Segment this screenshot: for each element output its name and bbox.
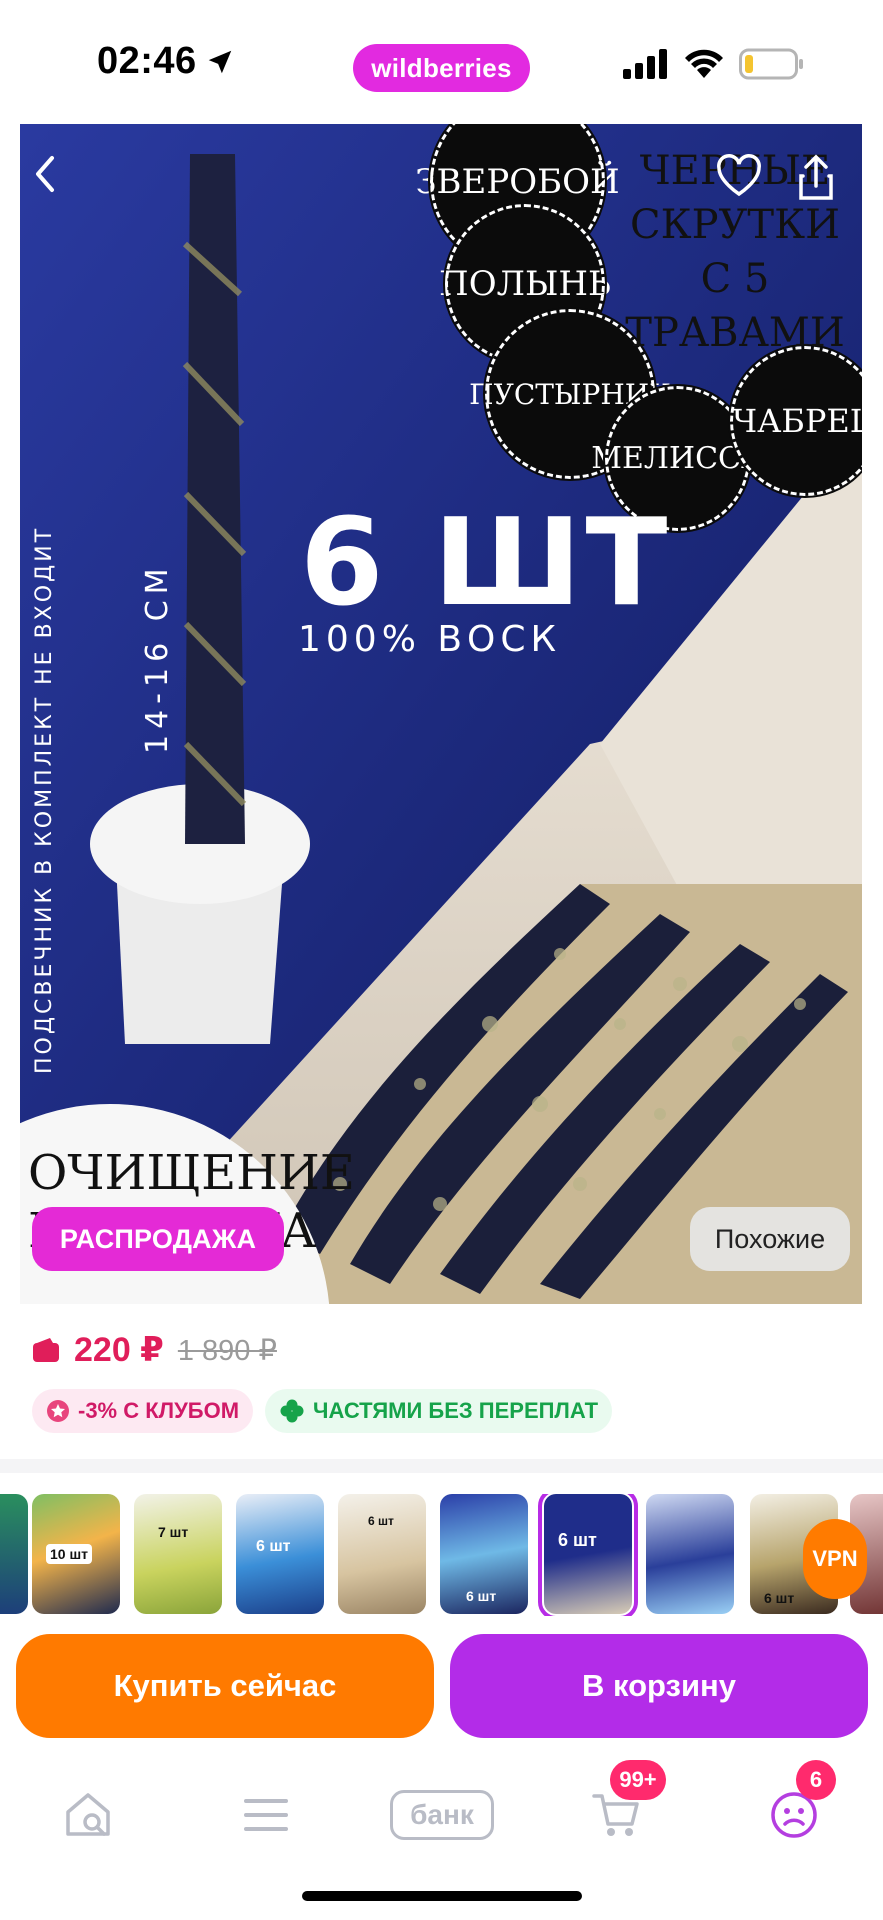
heart-icon [717,154,761,197]
similar-button[interactable]: Похожие [690,1207,850,1271]
thumbnail-strip[interactable]: 10 шт 7 шт 6 шт 6 шт 6 шт 6 шт 6 шт [0,1494,883,1616]
favorite-button[interactable] [715,154,775,214]
thumbnail[interactable]: 6 шт [236,1494,324,1614]
battery-icon [739,48,803,80]
cart-badge: 99+ [610,1760,666,1800]
herb-text: ЧАБРЕЦ [732,402,862,440]
title-line: СКРУТКИ С 5 [630,202,840,302]
bottom-tab-bar: банк 99+ 6 [0,1750,883,1920]
system-icons [623,48,803,80]
installments-text: ЧАСТЯМИ БЕЗ ПЕРЕПЛАТ [313,1398,599,1423]
thumbnail-label: 6 шт [256,1538,291,1555]
thumbnail[interactable]: 10 шт [32,1494,120,1614]
chevron-left-icon [36,156,54,192]
herb-text: ЗВЕРОБОЙ [415,161,620,202]
back-button[interactable] [30,154,90,214]
candle-holder-note: ПОДСВЕЧНИК В КОМПЛЕКТ НЕ ВХОДИТ [32,525,57,1074]
wallet-icon [33,1338,59,1362]
thumbnail-label: 6 шт [764,1590,795,1606]
bank-label: банк [410,1799,474,1830]
tab-cart[interactable]: 99+ [576,1760,666,1850]
tab-bank[interactable]: банк [382,1780,502,1850]
thumbnail[interactable] [646,1494,734,1614]
tab-profile[interactable]: 6 [754,1760,836,1850]
title-line: ТРАВАМИ [625,310,845,356]
wax-label: 100% ВОСК [298,619,562,660]
bank-icon: банк [390,1790,494,1840]
thumbnail[interactable]: 6 шт [440,1494,528,1614]
wifi-icon [685,49,723,78]
thumbnail-selected[interactable]: 6 шт [538,1494,638,1616]
size-label: 14-16 СМ [140,562,175,754]
share-button[interactable] [795,154,855,214]
menu-icon [244,1799,288,1831]
tab-home[interactable] [50,1780,130,1850]
buy-now-button[interactable]: Купить сейчас [16,1634,434,1738]
thumbnail-label: 10 шт [46,1544,92,1564]
time-text: 02:46 [97,40,197,82]
product-image[interactable]: ЗВЕРОБОЙ ПОЛЫНЬ ПУСТЫРНИК МЕЛИССА ЧАБРЕЦ… [20,124,862,1304]
brand-logo: wildberries [353,44,530,92]
thumbnail[interactable]: 6 шт [338,1494,426,1614]
quantity-headline: 6 ШТ [300,494,672,633]
installments-tag[interactable]: ЧАСТЯМИ БЕЗ ПЕРЕПЛАТ [265,1389,613,1433]
profile-badge: 6 [796,1760,836,1800]
status-time: 02:46 [97,40,235,83]
herb-text: ПОЛЫНЬ [439,264,611,304]
sale-badge: РАСПРОДАЖА [32,1207,284,1271]
signal-icon [623,49,667,79]
thumbnail-label: 6 шт [368,1514,394,1528]
share-icon [799,154,833,200]
promo-tags: -3% С КЛУБОМ ЧАСТЯМИ БЕЗ ПЕРЕПЛАТ [32,1389,613,1433]
section-divider [0,1459,883,1473]
tab-catalog[interactable] [226,1780,306,1850]
vpn-badge[interactable]: VPN [803,1519,867,1599]
old-price: 1 890 ₽ [177,1334,277,1367]
home-search-icon [66,1793,110,1836]
thumbnail-label: 7 шт [158,1524,189,1540]
add-to-cart-button[interactable]: В корзину [450,1634,868,1738]
location-arrow-icon [208,50,231,73]
home-indicator [302,1891,582,1901]
star-badge-icon [47,1400,69,1422]
thumbnail-label: 6 шт [466,1588,497,1604]
corner-line: ОЧИЩЕНИЕ [28,1145,355,1201]
club-discount-text: -3% С КЛУБОМ [78,1398,240,1423]
current-price: 220 ₽ [74,1331,164,1369]
status-bar: 02:46 wildberries [0,0,883,124]
purchase-actions: Купить сейчас В корзину [0,1620,883,1750]
thumbnail[interactable] [0,1494,28,1614]
club-discount-tag[interactable]: -3% С КЛУБОМ [32,1389,254,1433]
price-row: 220 ₽ 1 890 ₽ [32,1330,277,1370]
thumbnail[interactable]: 7 шт [134,1494,222,1614]
clover-icon [280,1399,304,1423]
thumbnail-label: 6 шт [558,1530,597,1550]
